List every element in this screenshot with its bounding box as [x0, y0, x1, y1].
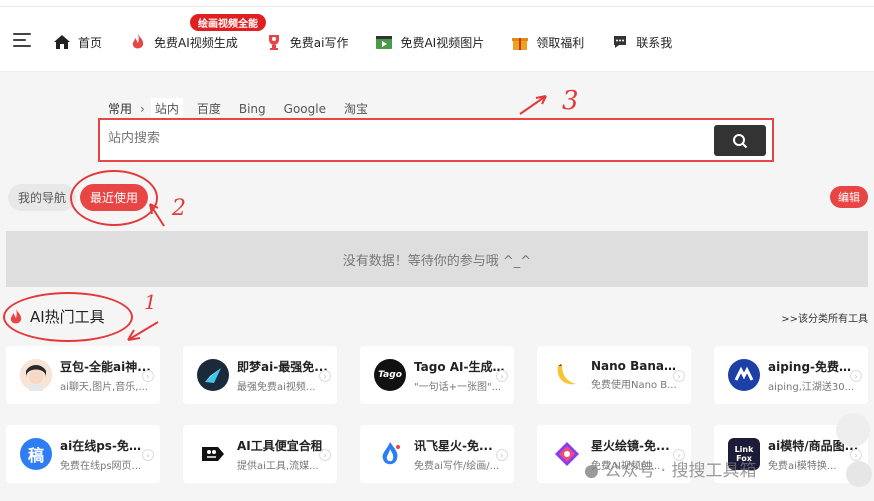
nav-item-label: 免费ai写作	[289, 35, 349, 50]
tool-title: 即梦ai-最强免...	[237, 359, 328, 374]
nav-item-benefits[interactable]: 领取福利	[510, 32, 584, 52]
tool-title: 豆包-全能ai神...	[60, 359, 151, 374]
annotation-circle-1	[3, 292, 133, 342]
search-button[interactable]	[714, 125, 766, 156]
main-nav: 首页 免费AI视频生成 免费ai写作 免费AI视频图片 领取福利 联系我	[52, 32, 698, 52]
watermark-text: 公众号 · 搜搜工具箱	[604, 461, 757, 481]
tool-card-doubao[interactable]: 豆包-全能ai神... ai聊天,图片,音乐,... ›	[6, 346, 160, 404]
wechat-icon: ●	[584, 461, 599, 481]
jimeng-logo-icon	[197, 359, 229, 391]
nav-item-label: 联系我	[636, 35, 673, 50]
empty-state: 没有数据！等待你的参与哦 ^_^	[6, 231, 868, 287]
empty-message: 没有数据！等待你的参与哦 ^_^	[342, 253, 532, 269]
tool-card-nano-banana[interactable]: Nano Banana... 免费使用Nano B... ›	[537, 346, 691, 404]
trophy-icon	[264, 32, 284, 52]
gift-icon	[510, 32, 530, 52]
tool-title: Nano Banana...	[591, 359, 683, 373]
tool-card-jimeng[interactable]: 即梦ai-最强免... 最强免费ai视频... ›	[183, 346, 337, 404]
chevron-right-icon: ›	[142, 449, 154, 461]
ps-logo-icon: 稿	[20, 438, 52, 470]
tab-my-nav[interactable]: 我的导航	[8, 184, 77, 211]
annotation-3: 3	[562, 86, 579, 116]
chat-icon	[610, 32, 630, 52]
chevron-right-icon: ›	[850, 370, 862, 382]
banana-icon	[551, 359, 583, 391]
edit-button[interactable]: 编辑	[830, 186, 868, 208]
tool-card-tago[interactable]: Tago Tago AI-生成... "一句话+一张图"... ›	[360, 346, 514, 404]
home-icon	[52, 32, 72, 52]
tab-taobao[interactable]: 淘宝	[344, 100, 368, 117]
chevron-right-icon: ›	[496, 449, 508, 461]
chevron-right-icon: ›	[142, 370, 154, 382]
tool-desc: 提供ai工具,流媒...	[237, 460, 319, 472]
tool-desc: ai聊天,图片,音乐,...	[60, 381, 148, 393]
tool-title: 星火绘镜-免...	[591, 438, 670, 453]
tool-desc: 免费ai写作/绘画/...	[414, 460, 500, 472]
tool-title: AI工具便宜合租	[237, 438, 323, 453]
doubao-avatar-icon	[20, 359, 52, 391]
chevron-right-icon: ›	[850, 449, 862, 461]
tool-title: 讯飞星火-免...	[414, 438, 493, 453]
chevron-right-icon: ›	[319, 370, 331, 382]
tab-google[interactable]: Google	[284, 102, 326, 116]
tab-bing[interactable]: Bing	[239, 102, 266, 116]
menu-icon[interactable]	[13, 33, 31, 47]
tool-desc: 免费使用Nano B...	[591, 380, 677, 391]
watermark: ● 公众号 · 搜搜工具箱	[584, 456, 756, 481]
nav-item-home[interactable]: 首页	[52, 32, 102, 52]
annotation-arrow-2	[149, 203, 165, 227]
tool-title: ai在线ps-免费...	[60, 438, 152, 453]
nav-item-ai-image[interactable]: 免费AI视频图片	[374, 32, 484, 52]
tool-desc: "一句话+一张图"...	[414, 381, 502, 393]
search-group-label[interactable]: 常用	[108, 100, 132, 117]
flame-icon	[128, 32, 148, 52]
search-input[interactable]	[108, 131, 668, 146]
tool-desc: aiping,江湖送30...	[768, 381, 855, 393]
category-all-tools-link[interactable]: >>该分类所有工具	[781, 310, 868, 325]
annotation-2: 2	[172, 196, 186, 221]
nav-item-label: 领取福利	[536, 35, 585, 50]
nav-badge: 绘画视频全能	[190, 14, 266, 31]
rental-logo-icon	[197, 438, 229, 470]
annotation-1: 1	[144, 290, 157, 314]
tool-desc: 免费在线ps网页...	[60, 460, 142, 472]
tool-title: Tago AI-生成...	[414, 359, 506, 374]
huijing-logo-icon	[551, 438, 583, 470]
tab-site[interactable]: 站内	[150, 98, 183, 119]
film-icon	[374, 32, 394, 52]
search-icon	[733, 133, 748, 148]
search-engine-tabs: 常用 › 站内 百度 Bing Google 淘宝	[108, 98, 386, 119]
annotation-arrow-3	[519, 95, 547, 115]
tool-card-aiping[interactable]: aiping-免费G... aiping,江湖送30... ›	[714, 346, 868, 404]
nav-item-ai-writing[interactable]: 免费ai写作	[264, 32, 349, 52]
float-button[interactable]	[836, 413, 870, 447]
annotation-circle-2	[70, 170, 158, 226]
chevron-right-icon: ›	[140, 101, 145, 116]
aiping-logo-icon	[728, 359, 760, 391]
chevron-right-icon: ›	[319, 449, 331, 461]
top-nav-bar: 首页 免费AI视频生成 免费ai写作 免费AI视频图片 领取福利 联系我 绘画视…	[0, 0, 874, 72]
search-box	[98, 118, 774, 162]
nav-item-contact[interactable]: 联系我	[610, 32, 672, 52]
top-divider	[0, 6, 874, 7]
nav-item-ai-video[interactable]: 免费AI视频生成	[128, 32, 238, 52]
chevron-right-icon: ›	[673, 370, 685, 382]
tool-desc: 最强免费ai视频...	[237, 381, 316, 393]
xunfei-logo-icon	[374, 438, 406, 470]
back-to-top-button[interactable]	[846, 461, 872, 487]
tool-card-xunfei[interactable]: 讯飞星火-免... 免费ai写作/绘画/... ›	[360, 425, 514, 483]
tago-logo-icon: Tago	[374, 359, 406, 391]
chevron-right-icon: ›	[496, 370, 508, 382]
tool-title: aiping-免费G...	[768, 359, 860, 374]
tool-card-online-ps[interactable]: 稿 ai在线ps-免费... 免费在线ps网页... ›	[6, 425, 160, 483]
nav-item-label: 免费AI视频图片	[400, 35, 485, 50]
tool-card-ai-rental[interactable]: AI工具便宜合租 提供ai工具,流媒... ›	[183, 425, 337, 483]
nav-item-label: 首页	[78, 35, 103, 50]
nav-item-label: 免费AI视频生成	[154, 35, 238, 50]
tab-baidu[interactable]: 百度	[197, 100, 221, 117]
